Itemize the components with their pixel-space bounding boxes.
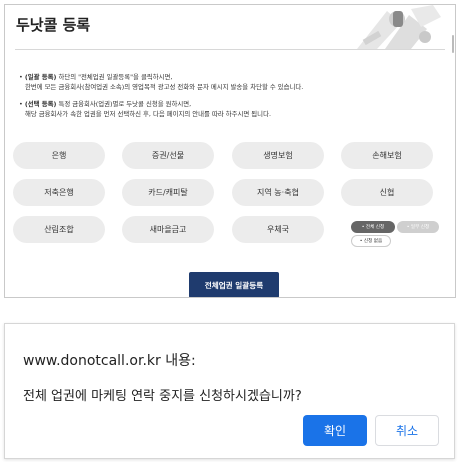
bulk-register-button[interactable]: 전체업권 일괄등록 bbox=[189, 272, 279, 297]
sector-life-insurance[interactable]: 생명보험 bbox=[232, 142, 324, 169]
title-divider bbox=[15, 49, 445, 50]
notice-select: • (선택 등록) 특정 금융회사(업권)별로 두낫콜 신청을 원하시면, 해당… bbox=[19, 100, 271, 118]
sector-bank[interactable]: 은행 bbox=[13, 142, 105, 169]
legend-all-selected: • 전체 신청 bbox=[351, 221, 395, 233]
dialog-origin: www.donotcall.or.kr 내용: bbox=[23, 353, 196, 369]
notice-select-lead: (선택 등록) bbox=[24, 100, 57, 108]
page-title: 두낫콜 등록 bbox=[16, 16, 91, 34]
sector-card-capital[interactable]: 카드/캐피탈 bbox=[122, 179, 214, 206]
sector-post-office[interactable]: 우체국 bbox=[232, 216, 324, 243]
sector-saemaul[interactable]: 새마을금고 bbox=[122, 216, 214, 243]
decorative-illustration bbox=[337, 5, 441, 49]
notice-bulk-line2: 한번에 모든 금융회사(참여업권 소속)의 영업목적 광고성 전화와 문자 메시… bbox=[25, 83, 304, 91]
donotcall-register-panel: 두낫콜 등록 • (일괄 등록) 하단의 "전체업권 일괄등록"을 클릭하시면,… bbox=[4, 4, 456, 298]
cancel-button[interactable]: 취소 bbox=[375, 415, 439, 446]
sector-savings-bank[interactable]: 저축은행 bbox=[13, 179, 105, 206]
notice-select-line2: 해당 금융회사가 속한 업권을 먼저 선택하신 후, 다음 페이지의 안내를 따… bbox=[25, 110, 271, 118]
sector-securities[interactable]: 증권/선물 bbox=[122, 142, 214, 169]
legend-unselected: • 신청 없음 bbox=[351, 235, 391, 247]
notice-select-line1: 특정 금융회사(업권)별로 두낫콜 신청을 원하시면, bbox=[56, 100, 192, 108]
sector-nonlife-insurance[interactable]: 손해보험 bbox=[341, 142, 433, 169]
sector-credit-union[interactable]: 신협 bbox=[341, 179, 433, 206]
dialog-message: 전체 업권에 마케팅 연락 중지를 신청하시겠습니까? bbox=[23, 389, 302, 404]
confirm-dialog: www.donotcall.or.kr 내용: 전체 업권에 마케팅 연락 중지… bbox=[4, 323, 455, 459]
sector-nonghyup[interactable]: 지역 농·축협 bbox=[232, 179, 324, 206]
scroll-indicator[interactable] bbox=[452, 35, 454, 53]
sector-forestry-coop[interactable]: 산림조합 bbox=[13, 216, 105, 243]
notice-bulk: • (일괄 등록) 하단의 "전체업권 일괄등록"을 클릭하시면, 한번에 모든… bbox=[19, 73, 304, 91]
notice-bulk-line1: 하단의 "전체업권 일괄등록"을 클릭하시면, bbox=[56, 73, 173, 81]
legend-partial-selected: • 일부 신청 bbox=[397, 221, 439, 233]
confirm-button[interactable]: 확인 bbox=[303, 415, 367, 446]
notice-bulk-lead: (일괄 등록) bbox=[24, 73, 57, 81]
